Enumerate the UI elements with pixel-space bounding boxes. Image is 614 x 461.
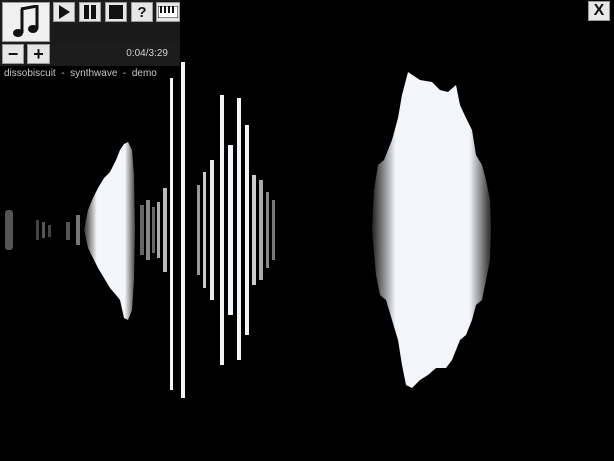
help-icon: ?: [137, 3, 147, 21]
keyboard-icon: [158, 6, 178, 18]
music-note-icon: [13, 5, 39, 37]
music-note-button[interactable]: [2, 2, 50, 42]
progress-area: [53, 24, 180, 44]
player-controls: ? 0:04/3:29 − +: [0, 0, 180, 66]
play-icon: [59, 5, 70, 19]
waveform-right-blob: [372, 72, 491, 388]
close-button[interactable]: X: [588, 1, 610, 21]
time-readout: 0:04/3:29: [126, 48, 168, 59]
pause-button[interactable]: [79, 2, 101, 22]
close-icon: X: [593, 2, 605, 19]
keyboard-button[interactable]: [156, 2, 180, 22]
volume-down-button[interactable]: −: [2, 44, 24, 64]
play-button[interactable]: [53, 2, 75, 22]
stop-icon: [109, 5, 123, 19]
track-title: dissobiscuit - synthwave - demo: [4, 68, 157, 79]
pause-icon: [84, 5, 96, 19]
stop-button[interactable]: [105, 2, 127, 22]
minus-icon: −: [7, 43, 19, 64]
waveform-left-cluster: [5, 62, 275, 398]
volume-up-button[interactable]: +: [27, 44, 50, 64]
help-button[interactable]: ?: [131, 2, 153, 22]
plus-icon: +: [33, 43, 44, 64]
